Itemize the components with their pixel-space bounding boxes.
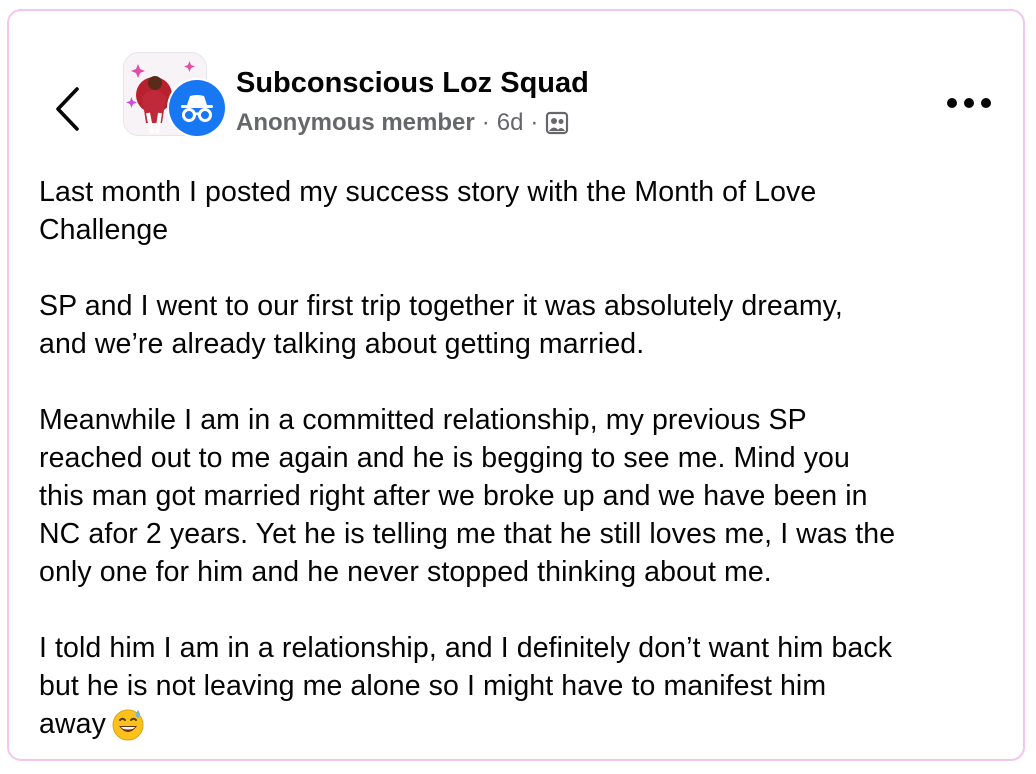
post-time[interactable]: 6d xyxy=(497,109,524,137)
post-paragraph: SP and I went to our first trip together… xyxy=(39,290,843,360)
post-card: Subconscious Loz Squad Anonymous member … xyxy=(7,9,1025,761)
incognito-icon xyxy=(181,95,213,122)
more-options-button[interactable] xyxy=(941,85,997,121)
back-button[interactable] xyxy=(45,81,89,137)
meta-separator: · xyxy=(530,109,539,136)
grinning-face-with-sweat-emoji xyxy=(112,709,144,741)
post-paragraph: Meanwhile I am in a committed relationsh… xyxy=(39,404,896,588)
post-paragraph-last: I told him I am in a relationship, and I… xyxy=(39,629,1015,743)
chevron-left-icon xyxy=(56,87,79,131)
anonymous-badge xyxy=(167,78,227,138)
post-meta: Anonymous member · 6d · xyxy=(236,109,569,137)
group-avatar[interactable] xyxy=(123,52,227,138)
post-paragraph-text: I told him I am in a relationship, and I… xyxy=(39,632,893,740)
author-name: Anonymous member xyxy=(236,109,475,136)
more-horizontal-icon xyxy=(947,98,991,108)
post-text: Last month I posted my success story wit… xyxy=(39,173,1015,743)
meta-separator: · xyxy=(481,109,490,136)
post-paragraph: Last month I posted my success story wit… xyxy=(39,176,817,246)
group-name-link[interactable]: Subconscious Loz Squad xyxy=(236,67,589,100)
group-members-icon xyxy=(545,111,569,135)
